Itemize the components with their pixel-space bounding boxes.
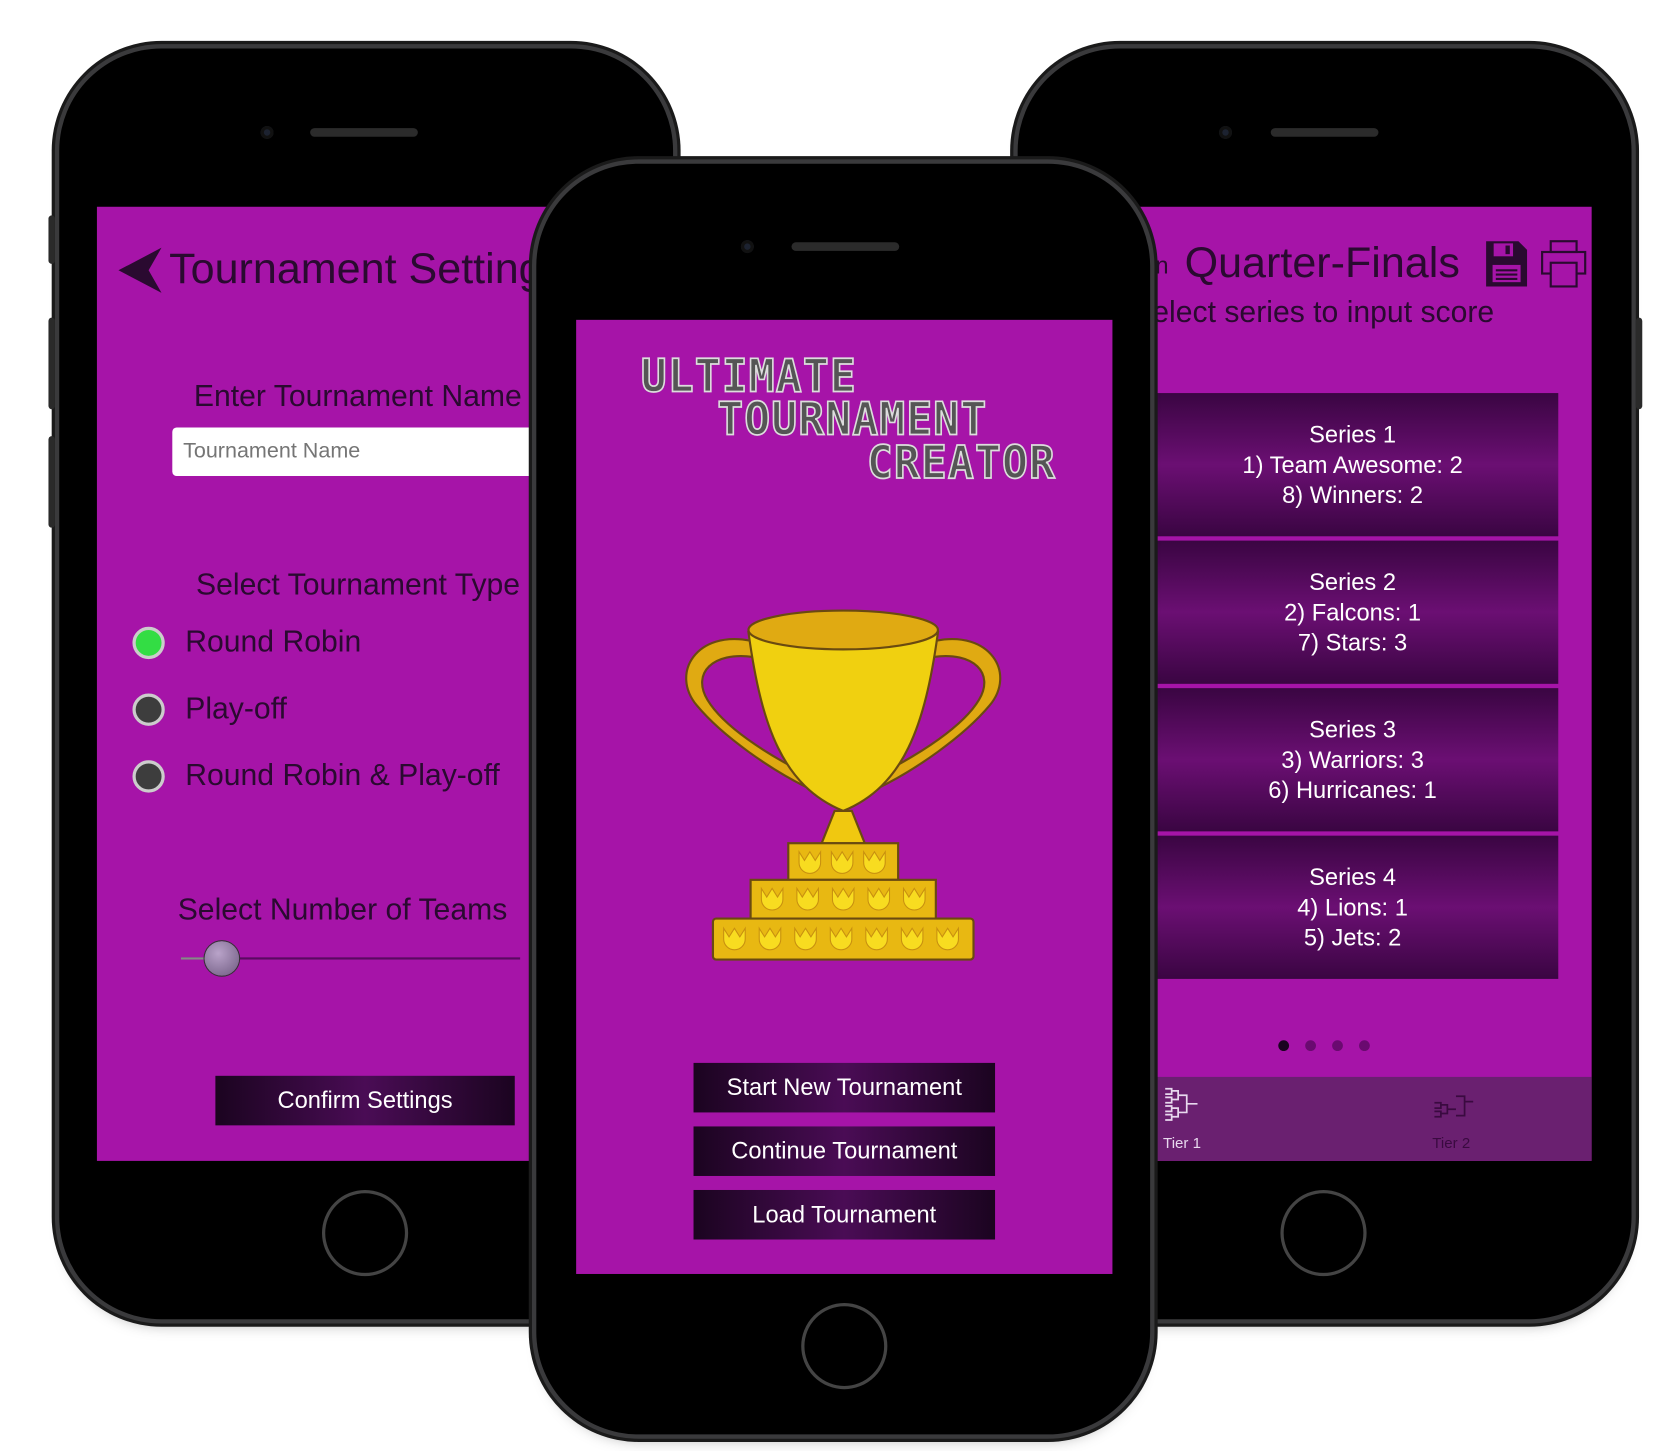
- tournament-name-input[interactable]: [172, 427, 582, 476]
- page-dot-active[interactable]: [1278, 1040, 1290, 1052]
- home-button[interactable]: [1280, 1189, 1367, 1277]
- page-dot[interactable]: [1359, 1040, 1370, 1052]
- page-dot[interactable]: [1305, 1040, 1316, 1052]
- phone-home: ULTIMATE TOURNAMENT CREATOR Start New To…: [536, 163, 1151, 1435]
- radio-label: Round Robin: [185, 624, 362, 658]
- tab-tier-2[interactable]: Tier 2: [1432, 1086, 1497, 1157]
- page-title: Quarter-Finals: [1184, 239, 1460, 287]
- series-name: Series 2: [1309, 568, 1397, 595]
- radio-label: Round Robin & Play-off: [185, 758, 500, 792]
- trophy-icon: [685, 609, 1002, 961]
- teams-slider-thumb[interactable]: [204, 941, 240, 976]
- bracket-icon: [1434, 1095, 1474, 1118]
- teams-label: Select Number of Teams: [177, 892, 508, 927]
- tab-label: Tier 1: [1163, 1133, 1202, 1152]
- logo-line: CREATOR: [866, 436, 1056, 490]
- home-screen: ULTIMATE TOURNAMENT CREATOR Start New To…: [576, 319, 1113, 1274]
- series-name: Series 1: [1309, 420, 1397, 448]
- series-name: Series 3: [1309, 715, 1397, 743]
- side-button: [48, 436, 55, 528]
- tab-tier-1[interactable]: Tier 1: [1163, 1086, 1228, 1157]
- radio-round-robin-play-off[interactable]: [132, 760, 165, 793]
- speaker: [1270, 128, 1379, 137]
- back-arrow-icon[interactable]: [118, 247, 163, 293]
- series-name: Series 4: [1309, 863, 1397, 891]
- radio-play-off[interactable]: [132, 693, 165, 726]
- subtitle: elect series to input score: [1152, 295, 1495, 329]
- page-title: Tournament Setting: [169, 245, 543, 293]
- side-button: [48, 215, 55, 264]
- save-icon[interactable]: [1484, 239, 1529, 289]
- radio-round-robin[interactable]: [132, 626, 165, 660]
- series-team: 6) Hurricanes: 1: [1268, 775, 1437, 803]
- load-tournament-button[interactable]: Load Tournament: [693, 1189, 996, 1240]
- series-card[interactable]: Series 2 2) Falcons: 1 7) Stars: 3: [1146, 540, 1559, 684]
- bracket-icon: [1165, 1087, 1198, 1121]
- confirm-settings-button[interactable]: Confirm Settings: [215, 1075, 515, 1126]
- title-prefix: in: [1150, 251, 1169, 279]
- tab-label: Tier 2: [1432, 1133, 1471, 1152]
- print-icon[interactable]: [1540, 239, 1587, 289]
- series-card[interactable]: Series 1 1) Team Awesome: 2 8) Winners: 2: [1146, 393, 1559, 537]
- page-dot[interactable]: [1332, 1040, 1343, 1052]
- home-button[interactable]: [801, 1303, 888, 1390]
- series-team: 5) Jets: 2: [1303, 923, 1402, 951]
- type-label: Select Tournament Type: [195, 567, 521, 601]
- series-team: 1) Team Awesome: 2: [1242, 450, 1463, 478]
- side-button: [1635, 317, 1643, 410]
- speaker: [791, 242, 900, 251]
- side-button: [48, 317, 55, 410]
- camera: [260, 125, 274, 139]
- series-team: 7) Stars: 3: [1297, 628, 1408, 656]
- series-card[interactable]: Series 4 4) Lions: 1 5) Jets: 2: [1146, 835, 1559, 979]
- start-new-tournament-button[interactable]: Start New Tournament: [693, 1062, 996, 1113]
- series-team: 8) Winners: 2: [1282, 480, 1424, 508]
- continue-tournament-button[interactable]: Continue Tournament: [693, 1126, 996, 1176]
- camera: [1219, 125, 1232, 139]
- camera: [740, 240, 754, 254]
- home-button[interactable]: [321, 1189, 409, 1277]
- series-team: 3) Warriors: 3: [1281, 745, 1424, 773]
- radio-label: Play-off: [185, 691, 287, 725]
- series-team: 4) Lions: 1: [1297, 893, 1408, 921]
- name-label: Enter Tournament Name: [193, 379, 522, 413]
- series-team: 2) Falcons: 1: [1284, 598, 1422, 626]
- speaker: [310, 128, 418, 137]
- series-card[interactable]: Series 3 3) Warriors: 3 6) Hurricanes: 1: [1146, 688, 1559, 832]
